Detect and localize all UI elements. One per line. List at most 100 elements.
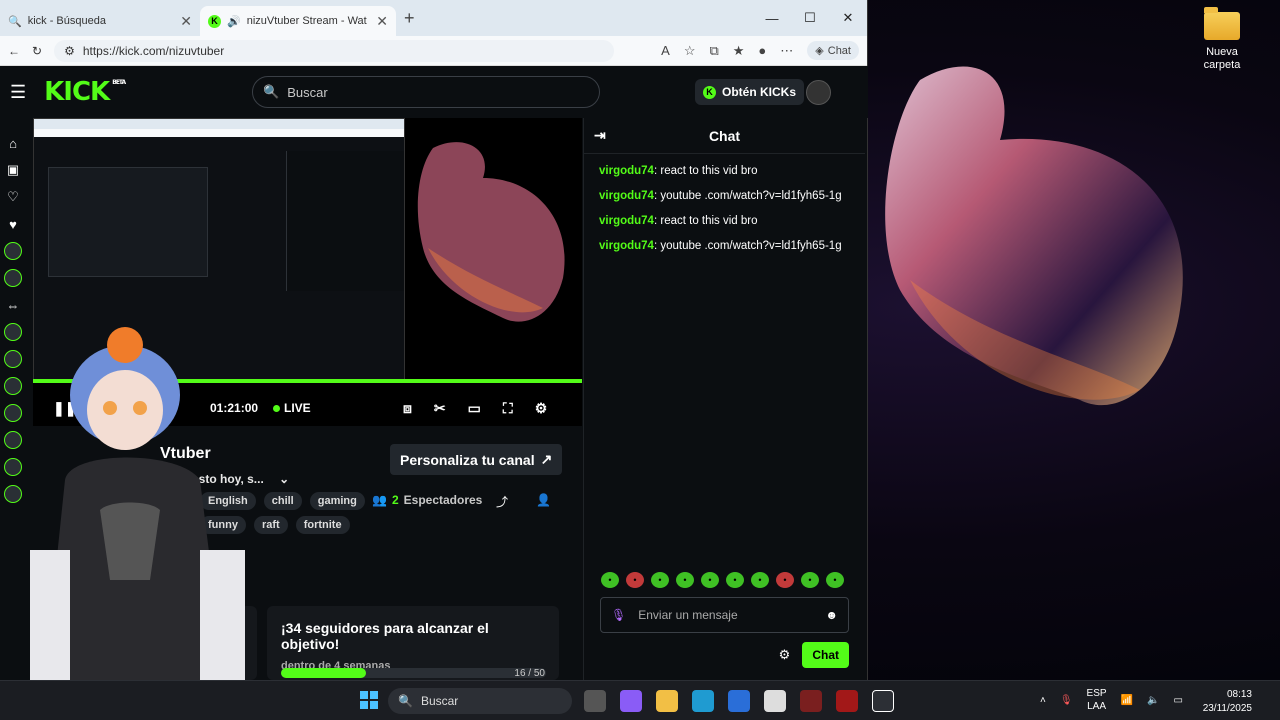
tag[interactable]: gaming: [309, 492, 365, 510]
site-info-icon[interactable]: ⚙: [64, 44, 75, 58]
goal-progress-bar: [281, 668, 546, 678]
url-field[interactable]: ⚙ https://kick.com/nizuvtuber: [54, 39, 615, 62]
microphone-icon[interactable]: 🎙: [611, 608, 626, 622]
taskbar-apps: [584, 690, 894, 712]
taskbar-clock[interactable]: 08:13 23/11/2025: [1198, 688, 1252, 716]
close-tab-icon[interactable]: ✕: [376, 13, 388, 30]
close-tab-icon[interactable]: ✕: [180, 13, 192, 30]
emote-icon[interactable]: •: [676, 572, 694, 588]
channel-avatar[interactable]: [4, 269, 22, 287]
tab-nizuvtuber[interactable]: K 🔊 nizuVtuber Stream - Watch L ✕: [200, 6, 396, 36]
app-icon[interactable]: [872, 690, 894, 712]
app-icon[interactable]: [728, 690, 750, 712]
task-view-icon[interactable]: [584, 690, 606, 712]
edge-icon[interactable]: [692, 690, 714, 712]
chat-username[interactable]: virgodu74: [599, 165, 654, 177]
expand-icon[interactable]: ⇔: [4, 296, 22, 314]
volume-icon[interactable]: 🔈: [1147, 695, 1159, 706]
copilot-app-icon[interactable]: [620, 690, 642, 712]
refresh-icon[interactable]: ↻: [32, 44, 42, 58]
emote-icon[interactable]: •: [826, 572, 844, 588]
speaker-icon[interactable]: 🔊: [227, 15, 241, 28]
following-icon[interactable]: ♡: [4, 188, 22, 206]
chat-message: virgodu74: react to this vid bro: [599, 165, 758, 177]
chat-input-placeholder: Enviar un mensaje: [638, 608, 738, 622]
store-icon[interactable]: [764, 690, 786, 712]
minimize-button[interactable]: —: [753, 0, 791, 36]
settings-icon[interactable]: ⚙: [535, 400, 548, 417]
wifi-icon[interactable]: 📶: [1121, 695, 1133, 706]
desktop-folder[interactable]: Nueva carpeta: [1190, 7, 1254, 72]
tab-kick-search[interactable]: 🔍 kick - Búsqueda ✕: [0, 6, 200, 36]
channel-avatar[interactable]: [4, 323, 22, 341]
fullscreen-icon[interactable]: ⛶: [503, 400, 513, 417]
more-icon[interactable]: ⋯: [780, 43, 793, 59]
app-icon[interactable]: [836, 690, 858, 712]
channel-avatar[interactable]: [4, 350, 22, 368]
stream-wallpaper-swirl: [417, 142, 565, 322]
get-kicks-button[interactable]: K Obtén KICKs: [695, 79, 805, 105]
clip-icon[interactable]: ✂: [434, 400, 446, 417]
emote-icon[interactable]: •: [701, 572, 719, 588]
chat-message-input[interactable]: 🎙 Enviar un mensaje ☻: [600, 597, 849, 633]
emote-icon[interactable]: •: [726, 572, 744, 588]
windows-taskbar: 🔍 Buscar ˄ 🎙 ESP LAA 📶 🔈 ▭ 08:13 23/11/2…: [0, 680, 1280, 720]
menu-icon[interactable]: ☰: [10, 82, 26, 103]
channel-avatar[interactable]: [4, 404, 22, 422]
microphone-icon[interactable]: 🎙: [1060, 695, 1073, 706]
chat-username[interactable]: virgodu74: [599, 215, 654, 227]
follow-user-icon[interactable]: 👤: [536, 493, 551, 510]
emote-icon[interactable]: •: [626, 572, 644, 588]
profile-icon[interactable]: ●: [758, 43, 766, 58]
emote-icon[interactable]: •: [801, 572, 819, 588]
battery-icon[interactable]: ▭: [1173, 695, 1182, 706]
live-indicator: LIVE: [273, 401, 311, 415]
file-explorer-icon[interactable]: [656, 690, 678, 712]
collapse-chat-icon[interactable]: ⇥: [594, 127, 606, 144]
copilot-button[interactable]: ◈ Chat: [807, 41, 859, 60]
chevron-down-icon[interactable]: ⌄: [279, 472, 289, 486]
emote-icon[interactable]: •: [776, 572, 794, 588]
close-window-button[interactable]: ✕: [829, 0, 867, 36]
tag[interactable]: raft: [253, 516, 288, 534]
read-aloud-icon[interactable]: A: [661, 43, 670, 58]
browser-window: 🔍 kick - Búsqueda ✕ K 🔊 nizuVtuber Strea…: [0, 0, 868, 720]
kick-logo[interactable]: KICK BETA: [44, 77, 126, 107]
maximize-button[interactable]: ☐: [791, 0, 829, 36]
emote-icon[interactable]: •: [601, 572, 619, 588]
collections-icon[interactable]: ★: [733, 43, 745, 59]
chevron-up-icon[interactable]: ˄: [1040, 695, 1046, 706]
taskbar-search[interactable]: 🔍 Buscar: [388, 688, 572, 714]
tag[interactable]: fortnite: [295, 516, 350, 534]
theater-mode-icon[interactable]: ▭: [468, 400, 481, 417]
home-icon[interactable]: ⌂: [4, 134, 22, 152]
emoji-icon[interactable]: ☻: [825, 608, 838, 622]
emote-icon[interactable]: •: [651, 572, 669, 588]
user-avatar[interactable]: [806, 80, 831, 105]
emote-icon[interactable]: •: [751, 572, 769, 588]
send-chat-button[interactable]: Chat: [802, 642, 849, 668]
channel-avatar[interactable]: [4, 431, 22, 449]
chat-settings-icon[interactable]: ⚙: [779, 647, 791, 663]
chat-username[interactable]: virgodu74: [599, 190, 654, 202]
tag[interactable]: chill: [263, 492, 302, 510]
channel-avatar[interactable]: [4, 458, 22, 476]
kick-search-input[interactable]: 🔍 Buscar: [252, 76, 600, 108]
language-indicator[interactable]: ESP LAA: [1087, 687, 1107, 713]
customize-channel-button[interactable]: Personaliza tu canal ↗: [390, 444, 563, 475]
windows-start-icon[interactable]: [360, 691, 378, 709]
copilot-icon: ◈: [815, 45, 824, 57]
favorite-star-icon[interactable]: ☆: [684, 43, 696, 59]
heart-icon[interactable]: ♥: [4, 215, 22, 233]
browse-icon[interactable]: ▣: [4, 161, 22, 179]
chat-username[interactable]: virgodu74: [599, 240, 654, 252]
channel-avatar[interactable]: [4, 377, 22, 395]
back-icon[interactable]: ←: [8, 44, 20, 58]
channel-avatar[interactable]: [4, 485, 22, 503]
extensions-icon[interactable]: ⧉: [709, 43, 718, 59]
app-icon[interactable]: [800, 690, 822, 712]
channel-avatar[interactable]: [4, 242, 22, 260]
share-icon[interactable]: ⤴: [496, 493, 508, 510]
miniplayer-icon[interactable]: ⧈: [403, 400, 412, 417]
new-tab-button[interactable]: +: [404, 8, 415, 29]
